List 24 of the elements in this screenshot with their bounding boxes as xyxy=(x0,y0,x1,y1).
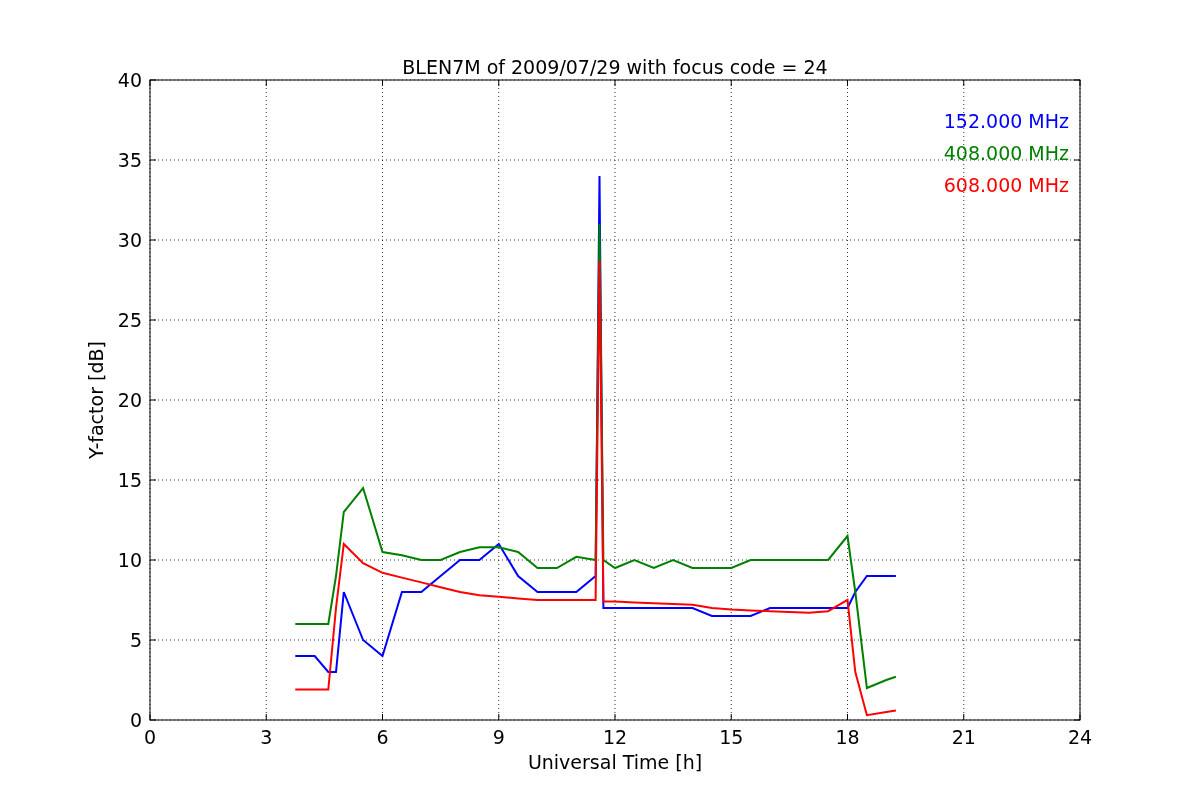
tick-label: 5 xyxy=(129,629,142,651)
legend-label: 408.000 MHz xyxy=(943,142,1069,164)
tick-label: 35 xyxy=(117,149,142,171)
tick-label: 0 xyxy=(143,726,157,748)
tick-label: 40 xyxy=(117,69,142,91)
tick-label: 9 xyxy=(492,726,505,748)
tick-label: 24 xyxy=(1067,726,1093,748)
tick-label: 21 xyxy=(951,726,976,748)
tick-label: 30 xyxy=(117,229,142,251)
tick-label: 3 xyxy=(260,726,273,748)
legend-label: 608.000 MHz xyxy=(943,174,1069,196)
tick-label: 18 xyxy=(835,726,860,748)
tick-label: 6 xyxy=(376,726,389,748)
legend-label: 152.000 MHz xyxy=(943,110,1069,132)
tick-label: 20 xyxy=(117,389,142,411)
tick-label: 25 xyxy=(117,309,142,331)
axis-label: Y-factor [dB] xyxy=(85,341,107,459)
axis-label: Universal Time [h] xyxy=(527,751,703,773)
tick-label: 10 xyxy=(117,549,142,571)
tick-label: 0 xyxy=(129,709,142,731)
tick-label: 12 xyxy=(602,726,628,748)
tick-label: 15 xyxy=(719,726,744,748)
tick-label: 15 xyxy=(117,469,142,491)
chart-title: BLEN7M of 2009/07/29 with focus code = 24 xyxy=(402,56,828,78)
